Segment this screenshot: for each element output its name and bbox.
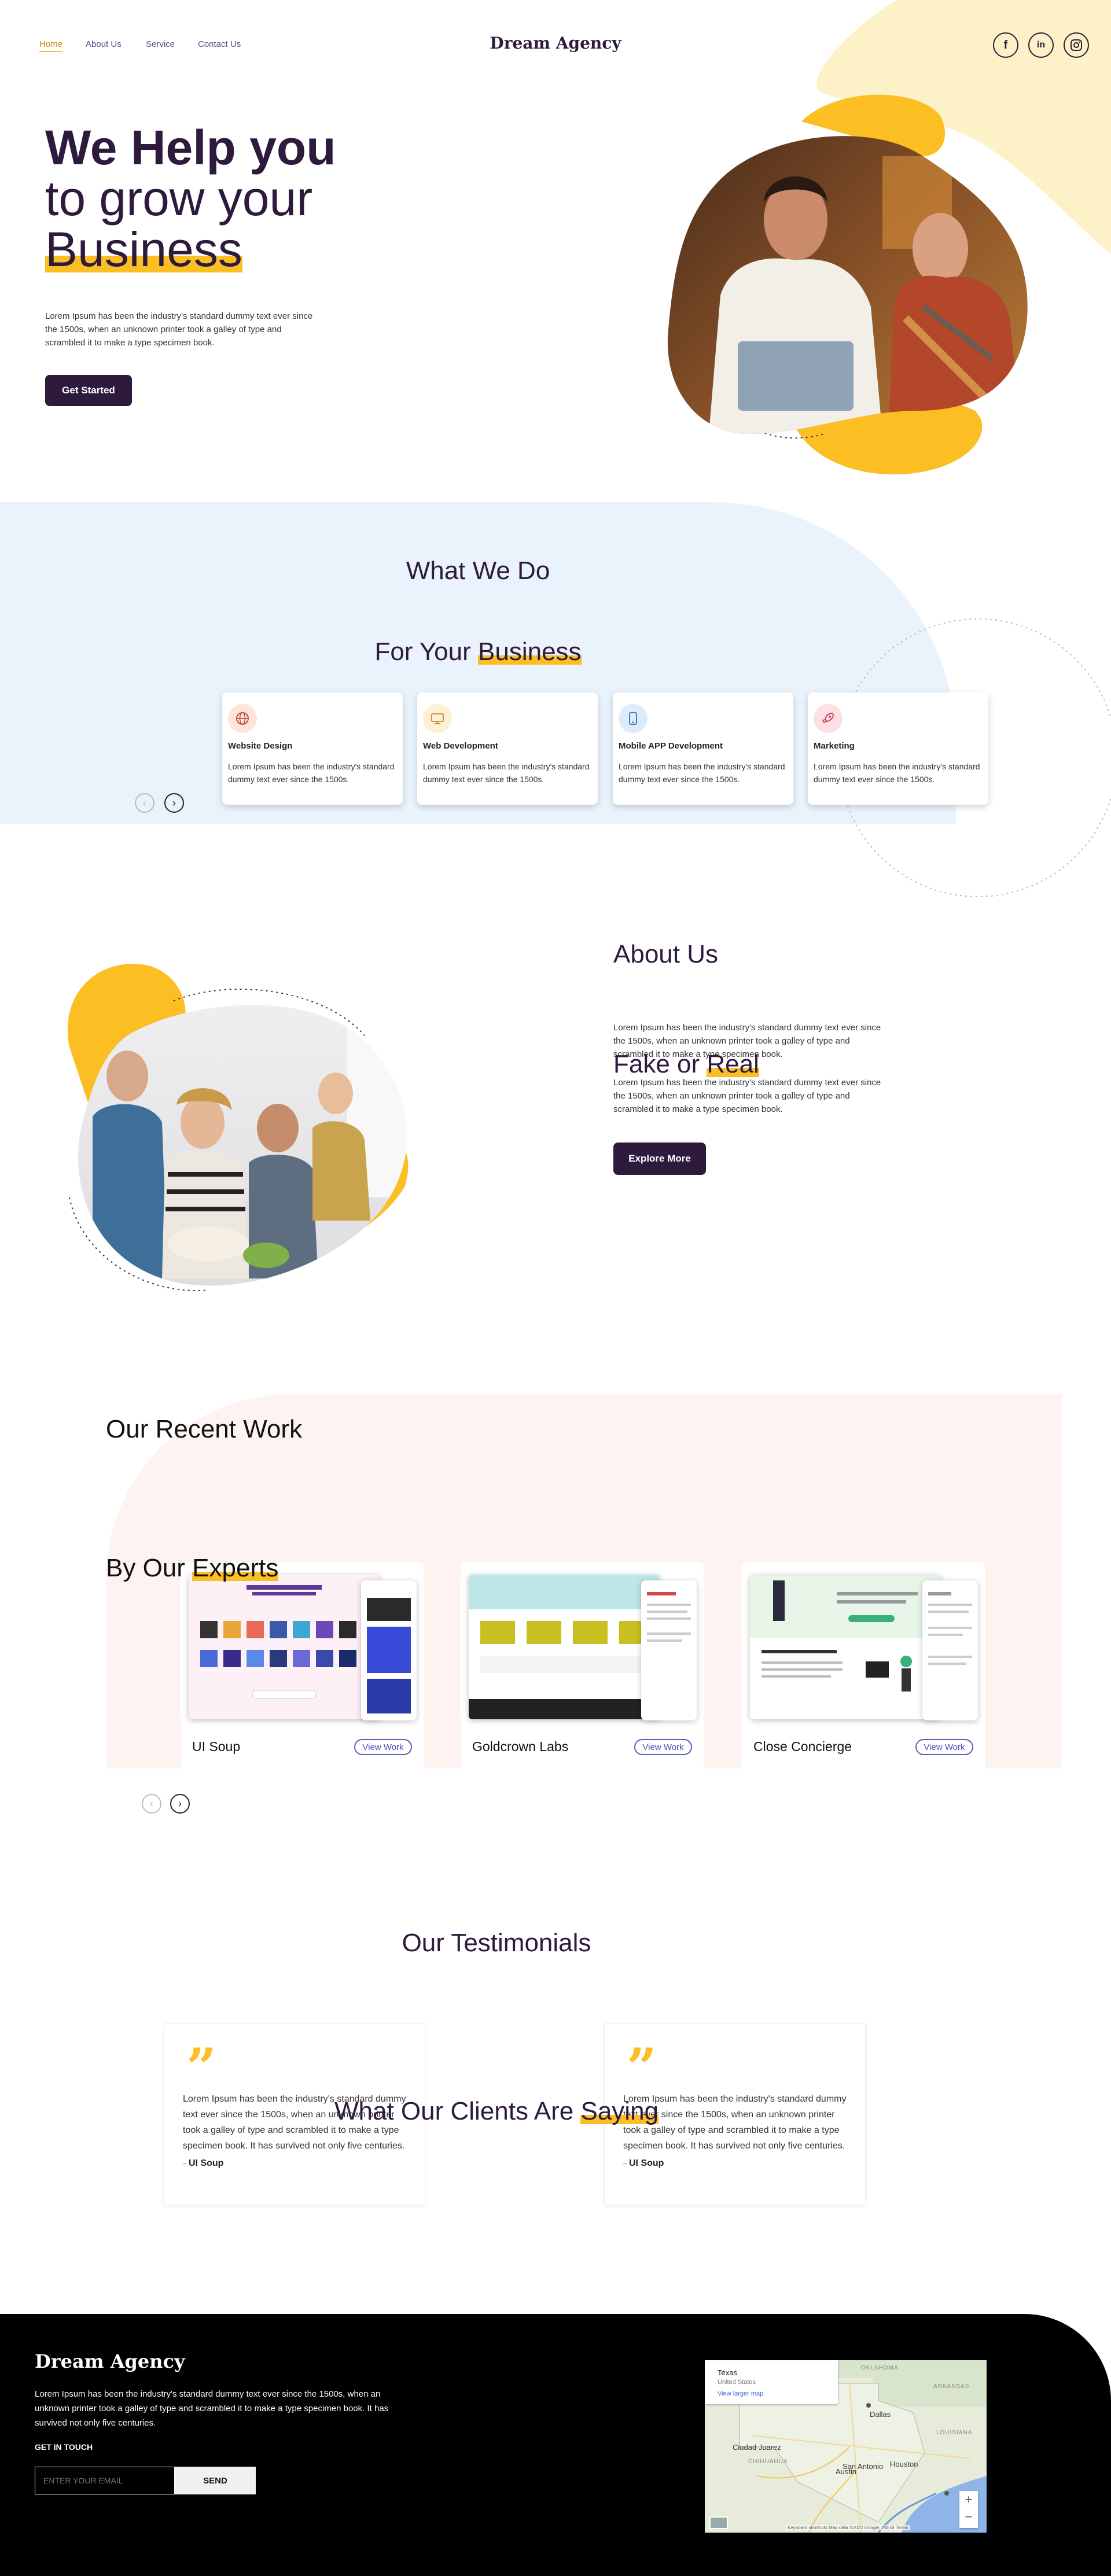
hero-image — [667, 94, 1028, 474]
get-started-button[interactable]: Get Started — [45, 375, 132, 406]
service-card-title: Mobile APP Development — [619, 741, 723, 751]
services-next-arrow-icon[interactable]: › — [164, 793, 184, 813]
work-card-name: Close Concierge — [753, 1739, 852, 1754]
about-title: About Us — [613, 940, 718, 968]
about-subtitle-text: Fake or — [613, 1050, 707, 1078]
hero-title-line1: We Help you — [45, 120, 336, 175]
work-subtitle: By Our Experts — [106, 1554, 1111, 1583]
services-title: What We Do — [406, 557, 550, 585]
services-subtitle-text: For Your — [374, 637, 478, 666]
testimonials-subtitle-highlight: Saying — [580, 2097, 659, 2125]
work-subtitle-text: By Our — [106, 1554, 193, 1582]
map-place: Texas — [718, 2368, 737, 2377]
work-card-ui-soup[interactable]: UI Soup View Work — [181, 1562, 424, 1771]
service-card-marketing[interactable]: Marketing Lorem Ipsum has been the indus… — [808, 692, 988, 805]
map[interactable]: Texas United States View larger map Dall… — [705, 2360, 987, 2533]
about-paragraph-2: Lorem Ipsum has been the industry's stan… — [613, 1078, 881, 1114]
instagram-icon[interactable] — [1064, 32, 1089, 58]
work-title: Our Recent Work — [106, 1415, 303, 1443]
get-in-touch-label: GET IN TOUCH — [35, 2442, 93, 2452]
service-card-title: Web Development — [423, 741, 498, 751]
email-input[interactable] — [35, 2467, 175, 2494]
quote-icon: ” — [627, 2037, 657, 2098]
view-work-button[interactable]: View Work — [354, 1739, 412, 1755]
mobile-icon — [619, 704, 648, 733]
services-subtitle: For Your Business — [0, 637, 956, 666]
zoom-in-icon[interactable]: + — [959, 2492, 978, 2509]
map-city-label: San Antonio — [843, 2462, 884, 2471]
service-card-text: Lorem Ipsum has been the industry's stan… — [814, 762, 980, 784]
map-zoom-control: + − — [959, 2491, 978, 2528]
services-subtitle-highlight: Business — [478, 637, 582, 666]
work-phone-screenshot — [922, 1580, 978, 1720]
service-card-text: Lorem Ipsum has been the industry's stan… — [423, 762, 590, 784]
map-satellite-toggle-icon[interactable] — [709, 2516, 728, 2529]
map-attribution: Keyboard shortcuts Map data ©2022 Google… — [786, 2525, 910, 2530]
testimonials-subtitle: What Our Clients Are Saying — [0, 2097, 993, 2126]
hero-title-line3: Business — [45, 223, 1111, 275]
quote-icon: ” — [186, 2037, 216, 2098]
service-card-title: Marketing — [814, 741, 855, 751]
service-card-website-design[interactable]: Website Design Lorem Ipsum has been the … — [222, 692, 403, 805]
map-info-box: Texas United States View larger map — [705, 2360, 838, 2404]
linkedin-icon[interactable]: in — [1028, 32, 1054, 58]
about-image — [67, 964, 409, 1291]
about-subtitle-highlight: Real — [707, 1050, 759, 1078]
monitor-icon — [423, 704, 452, 733]
testimonials-title: Our Testimonials — [402, 1929, 591, 1957]
map-state-label: CHIHUAHUA — [748, 2459, 788, 2465]
send-button[interactable]: SEND — [175, 2467, 256, 2494]
work-prev-arrow-icon[interactable]: ‹ — [142, 1794, 161, 1814]
footer-brand: Dream Agency — [35, 2350, 185, 2372]
work-phone-screenshot — [361, 1580, 417, 1720]
testimonials-subtitle-text: What Our Clients Are — [334, 2097, 581, 2125]
map-region: United States — [718, 2379, 756, 2386]
service-card-web-development[interactable]: Web Development Lorem Ipsum has been the… — [417, 692, 598, 805]
work-phone-screenshot — [641, 1580, 697, 1720]
about-subtitle: Fake or Real — [613, 1050, 1111, 1079]
testimonial-author: UI Soup — [183, 2158, 223, 2169]
zoom-out-icon[interactable]: − — [959, 2509, 978, 2527]
view-work-button[interactable]: View Work — [915, 1739, 973, 1755]
map-city-label: Ciudad Juarez — [733, 2443, 781, 2452]
work-screenshot — [750, 1575, 941, 1719]
facebook-icon[interactable]: f — [993, 32, 1018, 58]
work-screenshot — [469, 1575, 660, 1719]
service-card-title: Website Design — [228, 741, 293, 751]
work-screenshot — [189, 1575, 380, 1719]
hero-title-line2: to grow your — [45, 171, 313, 226]
hero-description: Lorem Ipsum has been the industry's stan… — [45, 311, 313, 348]
map-city-label: Houston — [890, 2460, 918, 2468]
work-subtitle-highlight: Experts — [192, 1554, 279, 1582]
work-card-name: UI Soup — [192, 1739, 241, 1754]
work-card-goldcrown-labs[interactable]: Goldcrown Labs View Work — [461, 1562, 704, 1771]
map-state-label: ARKANSAS — [933, 2383, 970, 2390]
explore-more-button[interactable]: Explore More — [613, 1143, 706, 1175]
hero-highlight-word: Business — [45, 222, 242, 277]
view-larger-map-link[interactable]: View larger map — [718, 2390, 763, 2397]
work-card-close-concierge[interactable]: Close Concierge View Work — [742, 1562, 985, 1771]
footer-description: Lorem Ipsum has been the industry's stan… — [35, 2389, 389, 2428]
view-work-button[interactable]: View Work — [634, 1739, 692, 1755]
service-card-mobile-app[interactable]: Mobile APP Development Lorem Ipsum has b… — [613, 692, 793, 805]
testimonial-author: UI Soup — [623, 2158, 664, 2169]
service-card-text: Lorem Ipsum has been the industry's stan… — [619, 762, 785, 784]
service-card-text: Lorem Ipsum has been the industry's stan… — [228, 762, 395, 784]
map-state-label: LOUISIANA — [936, 2430, 973, 2436]
services-prev-arrow-icon[interactable]: ‹ — [135, 793, 154, 813]
work-card-name: Goldcrown Labs — [472, 1739, 569, 1754]
map-city-label: Dallas — [870, 2410, 891, 2419]
globe-icon — [228, 704, 257, 733]
map-state-label: OKLAHOMA — [861, 2365, 899, 2371]
work-next-arrow-icon[interactable]: › — [170, 1794, 190, 1814]
rocket-icon — [814, 704, 843, 733]
